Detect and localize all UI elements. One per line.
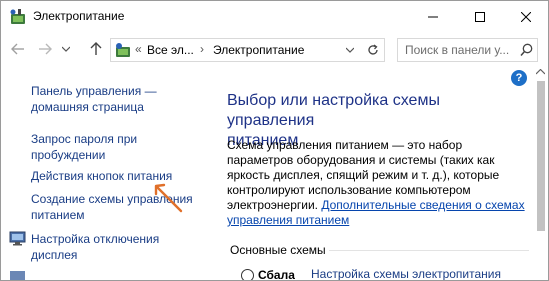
chevron-down-icon <box>346 47 354 53</box>
sidebar-home-link[interactable]: Панель управления — домашняя страница <box>31 83 157 115</box>
plan-settings-link[interactable]: Настройка схемы электропитания <box>311 267 501 280</box>
search-icon <box>520 43 533 56</box>
search-input[interactable] <box>398 39 518 61</box>
chevron-down-icon <box>62 46 70 52</box>
section-divider <box>329 250 529 251</box>
maximize-icon <box>475 11 485 22</box>
address-dropdown-button[interactable] <box>343 42 357 58</box>
minimize-button[interactable] <box>410 1 456 32</box>
sleep-icon <box>10 271 25 280</box>
sidebar-item-label: Настройка отключения <box>31 232 160 246</box>
sidebar-item-label: дисплея <box>31 248 78 262</box>
page-title-line1: Выбор или настройка схемы управления <box>227 92 440 129</box>
help-button[interactable]: ? <box>511 70 527 86</box>
breadcrumb-overflow-chevron[interactable]: « <box>135 42 142 56</box>
page-description: Схема управления питанием — это набор па… <box>227 138 527 228</box>
recent-locations-button[interactable] <box>59 38 73 60</box>
minimize-icon <box>428 16 438 17</box>
breadcrumb-separator-icon[interactable]: › <box>200 42 204 56</box>
title-bar: Электропитание <box>1 1 548 32</box>
back-button[interactable] <box>7 38 29 60</box>
refresh-icon <box>368 44 378 55</box>
plan-radio-button[interactable] <box>241 269 254 280</box>
sidebar-item-label: пробуждении <box>31 148 106 162</box>
scrollbar[interactable] <box>533 67 548 280</box>
annotation-arrow-icon <box>154 183 183 213</box>
plan-name: Сбала <box>258 268 295 281</box>
close-icon <box>521 11 531 22</box>
control-panel-icon <box>116 43 130 57</box>
window-title: Электропитание <box>33 9 125 23</box>
breadcrumb-all-items[interactable]: Все эл... <box>147 43 194 57</box>
refresh-button[interactable] <box>364 41 382 59</box>
address-bar[interactable]: « Все эл... › Электропитание <box>110 38 385 62</box>
monitor-icon <box>9 231 26 246</box>
maximize-button[interactable] <box>457 1 503 32</box>
sidebar-item-password-on-wake[interactable]: Запрос пароля при пробуждении <box>31 131 137 163</box>
scroll-up-icon[interactable] <box>536 69 545 75</box>
sidebar-item-label: Запрос пароля при <box>31 132 138 146</box>
close-button[interactable] <box>503 1 548 32</box>
arrow-right-icon <box>39 43 52 55</box>
navigation-bar: « Все эл... › Электропитание <box>1 32 548 66</box>
up-button[interactable] <box>85 38 107 60</box>
sidebar-item-display-off[interactable]: Настройка отключения дисплея <box>31 231 159 263</box>
arrow-left-icon <box>11 43 24 55</box>
forward-button[interactable] <box>34 38 56 60</box>
section-title: Основные схемы <box>230 243 326 257</box>
power-options-icon <box>10 9 25 24</box>
search-box[interactable] <box>397 38 538 62</box>
sidebar-home-link-line2: домашняя страница <box>31 100 144 114</box>
arrow-up-icon <box>90 42 102 55</box>
sidebar-home-link-line1: Панель управления — <box>31 84 157 98</box>
window: Электропитание « Все эл... › Электропита… <box>0 0 549 281</box>
breadcrumb-power-options[interactable]: Электропитание <box>213 43 304 57</box>
scrollbar-thumb[interactable] <box>537 81 545 231</box>
